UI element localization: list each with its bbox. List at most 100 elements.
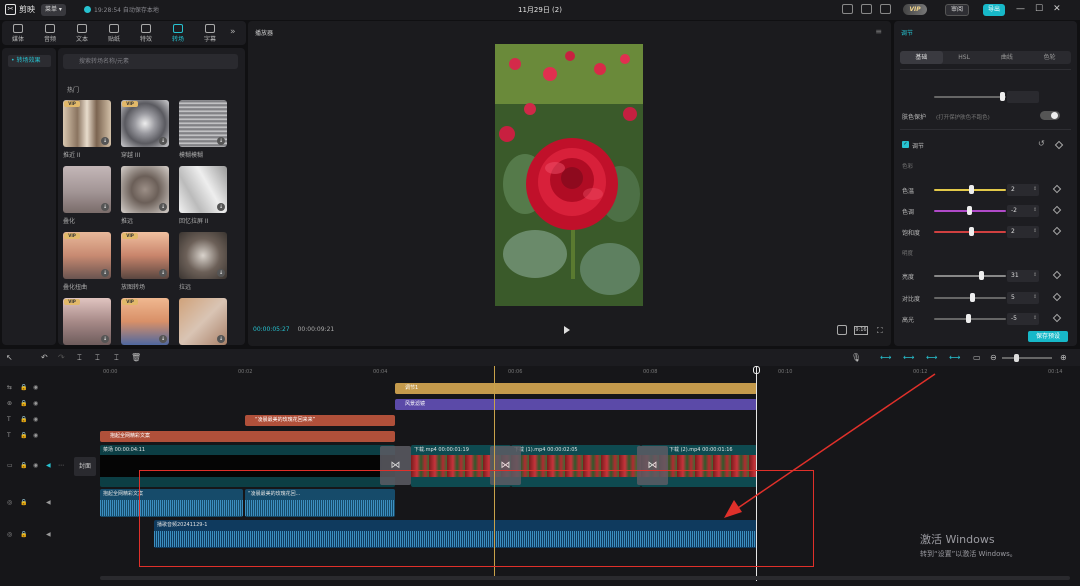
fullscreen-icon[interactable]: ⛶	[877, 326, 883, 336]
timeline-scrollbar[interactable]	[100, 576, 1070, 580]
cover-button[interactable]: 封面	[74, 457, 96, 476]
adjust-tab[interactable]: HSL	[943, 51, 986, 64]
keyframe-icon[interactable]	[1054, 140, 1064, 150]
vip-badge[interactable]: VIP	[903, 4, 927, 15]
transition-thumbnail[interactable]: VIP ↓	[63, 298, 111, 345]
download-icon[interactable]: ↓	[101, 203, 109, 211]
lock-icon[interactable]: 🔒	[20, 462, 27, 469]
slider-knob[interactable]	[969, 185, 975, 194]
download-icon[interactable]: ↓	[159, 335, 167, 343]
transition-thumbnail[interactable]: VIP ↓	[63, 232, 111, 279]
play-icon[interactable]	[564, 326, 570, 334]
volume-icon[interactable]: ◀	[46, 499, 51, 506]
adjust-tab[interactable]: 基础	[900, 51, 943, 64]
split-icon[interactable]: ⌶	[77, 353, 82, 362]
adjust-tab[interactable]: 曲线	[986, 51, 1029, 64]
microphone-icon[interactable]: 🎙	[851, 353, 861, 362]
menu-button[interactable]: 菜单 ▾	[41, 4, 66, 16]
slider-knob[interactable]	[1000, 92, 1005, 101]
adjust-checkbox[interactable]: ✓	[902, 141, 909, 148]
download-icon[interactable]: ↓	[217, 137, 225, 145]
tab-sticker[interactable]: 贴纸	[98, 21, 130, 45]
main-video-clip[interactable]: 菜场 00:00:04:11	[100, 445, 395, 487]
text-clip[interactable]: “凌晨最美的玫瑰花回来来”	[245, 415, 395, 426]
tab-media[interactable]: 媒体	[2, 21, 34, 45]
playhead-line[interactable]	[494, 366, 495, 576]
stepper-icon[interactable]: ⇕	[1033, 207, 1037, 213]
delete-icon[interactable]: 🗑	[131, 353, 141, 362]
download-icon[interactable]: ↓	[159, 203, 167, 211]
music-clip[interactable]: 播歌音频20241129-1	[154, 520, 757, 548]
keyframe-icon[interactable]	[1052, 205, 1062, 215]
tab-transition[interactable]: 转场	[162, 21, 194, 45]
download-icon[interactable]: ↓	[217, 203, 225, 211]
video-preview[interactable]	[495, 44, 643, 306]
linkage-icon[interactable]: ⟷	[926, 353, 937, 362]
fit-icon[interactable]	[837, 325, 847, 335]
slider-value-field[interactable]	[1007, 91, 1039, 103]
keyframe-icon[interactable]	[1052, 292, 1062, 302]
eye-icon[interactable]: ◉	[33, 416, 38, 423]
eye-icon[interactable]: ◉	[33, 384, 38, 391]
transition-thumbnail[interactable]: ↓	[179, 100, 227, 147]
transition-thumbnail[interactable]: ↓	[179, 166, 227, 213]
download-icon[interactable]: ↓	[159, 137, 167, 145]
stepper-icon[interactable]: ⇕	[1033, 186, 1037, 192]
lock-icon[interactable]: 🔒	[20, 432, 27, 439]
undo-icon[interactable]: ↶	[41, 353, 48, 362]
caption-icon[interactable]: ▭	[973, 353, 981, 362]
audio-clip[interactable]: “凌晨最美的玫瑰花回...	[245, 489, 395, 517]
slider-knob[interactable]	[970, 293, 976, 302]
more-icon[interactable]: ⋯	[58, 462, 64, 469]
lock-icon[interactable]: 🔒	[20, 384, 27, 391]
transition-thumbnail[interactable]: VIP ↓	[121, 100, 169, 147]
eye-icon[interactable]: ◉	[33, 462, 38, 469]
shortcut-icon[interactable]	[861, 4, 872, 14]
slider-knob[interactable]	[965, 314, 971, 323]
category-transition-effects[interactable]: • 转场效果	[8, 55, 51, 67]
stepper-icon[interactable]: ⇕	[1033, 228, 1037, 234]
minimize-icon[interactable]: —	[1016, 4, 1025, 15]
keyframe-icon[interactable]	[1052, 226, 1062, 236]
lock-icon[interactable]: 🔒	[20, 400, 27, 407]
link-icon[interactable]: ⟷	[880, 353, 891, 362]
eye-icon[interactable]: ◉	[33, 400, 38, 407]
reset-icon[interactable]: ↺	[1038, 139, 1045, 148]
stepper-icon[interactable]: ⇕	[1033, 272, 1037, 278]
slider-knob[interactable]	[978, 271, 984, 280]
close-icon[interactable]: ✕	[1053, 4, 1061, 15]
keyframe-icon[interactable]	[1052, 313, 1062, 323]
split-right-icon[interactable]: ⌶	[114, 353, 119, 362]
export-button[interactable]: 导出	[983, 4, 1006, 16]
transition-marker[interactable]: ⋈	[380, 446, 411, 485]
tab-audio[interactable]: 音频	[34, 21, 66, 45]
audio-clip[interactable]: 抱起全网精彩文案	[100, 489, 243, 517]
transition-thumbnail[interactable]: ↓	[179, 298, 227, 345]
lock-icon[interactable]: 🔒	[20, 499, 27, 506]
zoom-in-icon[interactable]: ⊕	[1060, 353, 1067, 362]
tab-effects[interactable]: 特效	[130, 21, 162, 45]
stepper-icon[interactable]: ⇕	[1033, 294, 1037, 300]
transition-thumbnail[interactable]: ↓	[63, 166, 111, 213]
eye-icon[interactable]: ◉	[33, 432, 38, 439]
aspect-ratio-button[interactable]: 9:16	[854, 326, 868, 335]
slider-track[interactable]	[934, 275, 1006, 277]
tab-text[interactable]: 文本	[66, 21, 98, 45]
filter-clip[interactable]: 风景滤镜	[395, 399, 757, 410]
transition-thumbnail[interactable]: ↓	[121, 166, 169, 213]
zoom-knob[interactable]	[1014, 354, 1019, 362]
select-tool-icon[interactable]: ↖	[6, 353, 13, 362]
lock-icon[interactable]: 🔒	[20, 416, 27, 423]
search-input[interactable]: 搜索转场名称/元素	[63, 54, 238, 69]
keyframe-icon[interactable]	[1052, 270, 1062, 280]
maximize-icon[interactable]: ☐	[1035, 4, 1043, 15]
monitor-icon[interactable]	[880, 4, 891, 14]
zoom-slider[interactable]	[1002, 357, 1052, 359]
adjust-clip[interactable]: 调节1	[395, 383, 757, 394]
redo-icon[interactable]: ↷	[58, 353, 65, 362]
volume-icon[interactable]: ◀	[46, 531, 51, 538]
download-icon[interactable]: ↓	[159, 269, 167, 277]
video-clip[interactable]: 下载 (1).mp4 00:00:02:05	[511, 445, 641, 487]
slider-knob[interactable]	[966, 206, 972, 215]
save-preset-button[interactable]: 保存预设	[1028, 331, 1068, 342]
